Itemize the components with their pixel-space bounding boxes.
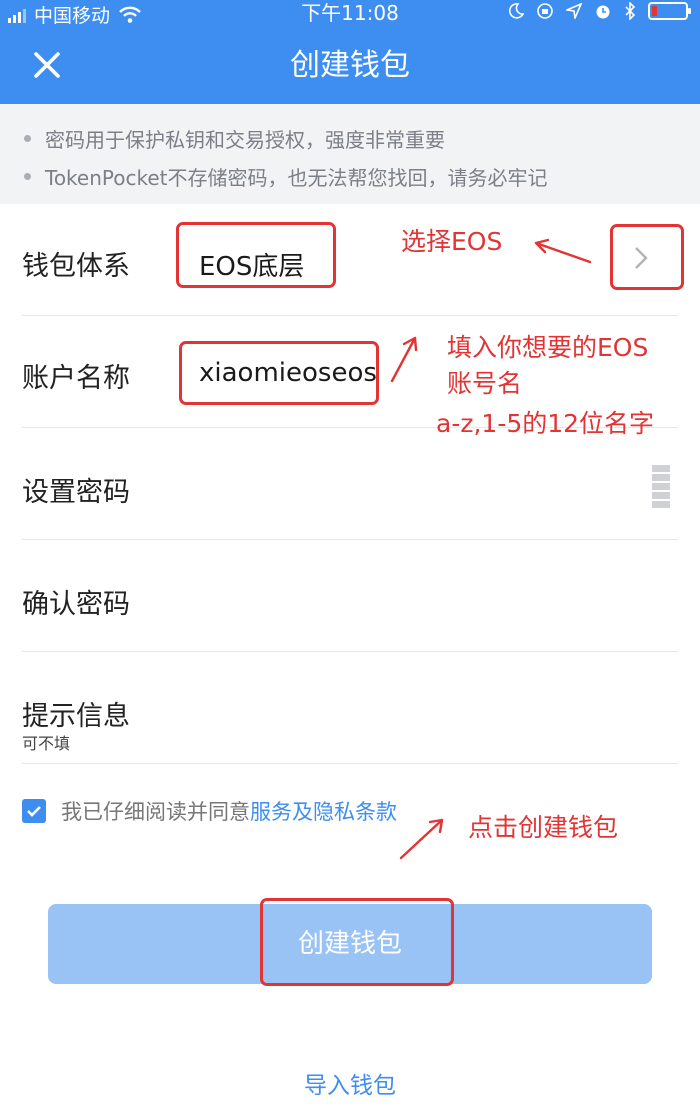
annotation-arrows [390, 238, 592, 860]
arrow-icon [390, 336, 418, 383]
arrow-icon [534, 238, 592, 264]
arrow-icon [399, 818, 444, 860]
